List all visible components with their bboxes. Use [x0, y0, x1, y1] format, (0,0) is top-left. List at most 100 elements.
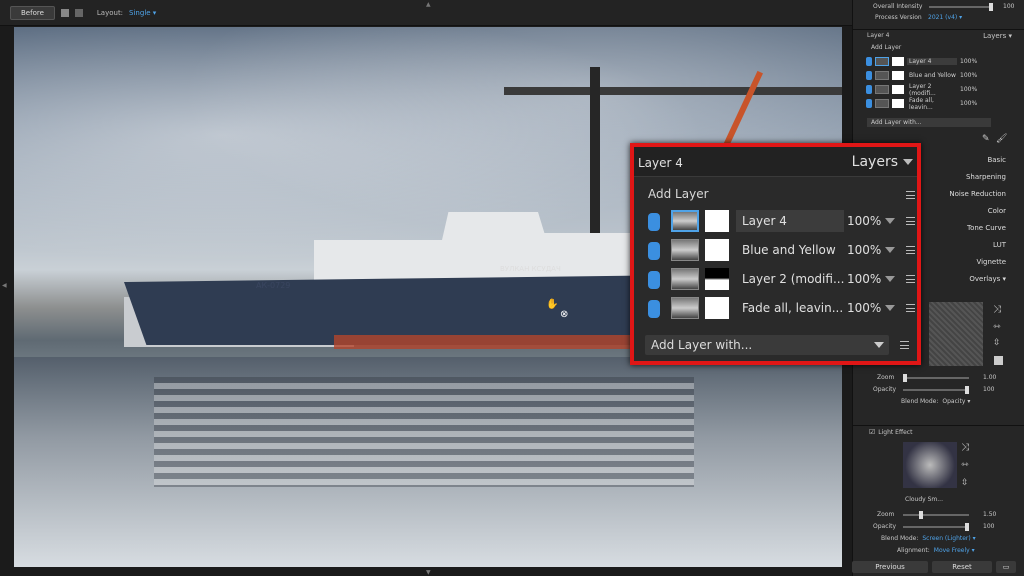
layer-name[interactable]: Layer 2 (modifi... — [736, 268, 844, 290]
menu-color[interactable]: Color — [988, 207, 1006, 215]
slider-thumb[interactable] — [919, 510, 923, 519]
collapse-top-arrow-icon[interactable]: ▲ — [426, 1, 431, 8]
callout-add-layer-button[interactable]: Add Layer — [648, 187, 709, 201]
menu-sharpening[interactable]: Sharpening — [966, 173, 1006, 181]
flip-horizontal-icon[interactable]: ⇿ — [961, 460, 969, 470]
menu-icon[interactable] — [900, 341, 909, 349]
overlay-anchor-icon[interactable]: ⊗ — [560, 309, 568, 320]
layer-mask[interactable] — [705, 268, 729, 290]
collapse-bottom-arrow-icon[interactable]: ▼ — [426, 569, 431, 576]
layer-name[interactable]: Fade all, leavin... — [736, 297, 844, 319]
callout-layers-dropdown[interactable]: Layers — [852, 154, 913, 170]
menu-basic[interactable]: Basic — [987, 156, 1006, 164]
layer-visibility-toggle[interactable] — [866, 57, 872, 66]
layer-visibility-toggle[interactable] — [648, 300, 660, 318]
menu-overlays[interactable]: Overlays ▾ — [969, 275, 1006, 283]
layer-opacity-dropdown[interactable]: 100% — [847, 239, 896, 261]
layer-visibility-toggle[interactable] — [648, 271, 660, 289]
menu-noise-reduction[interactable]: Noise Reduction — [949, 190, 1006, 198]
layer-visibility-toggle[interactable] — [866, 85, 872, 94]
brush-icon[interactable]: 🖌 — [996, 134, 1007, 144]
layer-thumbnail[interactable] — [875, 85, 889, 94]
layer-thumbnail[interactable] — [671, 297, 699, 319]
previous-button[interactable]: Previous — [852, 561, 928, 573]
layer-list-item[interactable]: Layer 2 (modifi... 100% — [866, 83, 1016, 97]
light-blend-dropdown[interactable]: Screen (Lighter) ▾ — [922, 535, 975, 542]
light-effect-preset[interactable]: Cloudy Sm... — [905, 496, 943, 503]
light-opacity-slider[interactable] — [903, 522, 969, 531]
callout-layer-row[interactable]: Blue and Yellow 100% — [644, 238, 915, 262]
light-zoom-slider[interactable] — [903, 510, 969, 519]
layer-opacity[interactable]: 100% — [960, 86, 977, 93]
layer-name[interactable]: Blue and Yellow — [907, 72, 957, 79]
layer-mask[interactable] — [705, 210, 729, 232]
before-button[interactable]: Before — [10, 5, 55, 20]
menu-icon[interactable] — [906, 217, 915, 225]
process-version-dropdown[interactable]: 2021 (v4) ▾ — [928, 14, 962, 21]
overlay-opacity-slider[interactable] — [903, 385, 969, 394]
slider-thumb[interactable] — [965, 522, 969, 531]
layer-mask[interactable] — [705, 239, 729, 261]
layer-opacity-dropdown[interactable]: 100% — [847, 210, 896, 232]
invert-icon[interactable] — [994, 356, 1003, 365]
layer-name[interactable]: Fade all, leavin... — [907, 97, 957, 111]
callout-layer-row[interactable]: Layer 4 100% — [644, 209, 915, 233]
layer-thumbnail[interactable] — [875, 71, 889, 80]
overlay-texture-thumbnail[interactable] — [929, 302, 983, 366]
layer-mask[interactable] — [892, 99, 904, 108]
layer-mask[interactable] — [892, 85, 904, 94]
layer-list-item[interactable]: Layer 4 100% — [866, 55, 1016, 68]
compare-view-icon[interactable] — [74, 8, 83, 17]
layer-opacity-dropdown[interactable]: 100% — [847, 297, 896, 319]
layer-name[interactable]: Blue and Yellow — [736, 239, 844, 261]
menu-lut[interactable]: LUT — [993, 241, 1006, 249]
add-layer-with-small[interactable]: Add Layer with... — [867, 118, 991, 127]
layer-name[interactable]: Layer 2 (modifi... — [907, 83, 957, 97]
layer-thumbnail[interactable] — [671, 210, 699, 232]
layer-opacity[interactable]: 100% — [960, 72, 977, 79]
callout-layer-row[interactable]: Layer 2 (modifi... 100% — [644, 267, 915, 291]
collapse-left-arrow-icon[interactable]: ◀ — [2, 282, 7, 289]
light-effect-checkbox[interactable]: ☑ — [869, 428, 875, 436]
layer-thumbnail[interactable] — [875, 99, 889, 108]
flip-horizontal-icon[interactable]: ⇿ — [993, 322, 1001, 332]
layer-name[interactable]: Layer 4 — [907, 58, 957, 65]
menu-icon[interactable] — [906, 246, 915, 254]
callout-layer-row[interactable]: Fade all, leavin... 100% — [644, 296, 915, 320]
layer-thumbnail[interactable] — [671, 268, 699, 290]
layer-thumbnail[interactable] — [671, 239, 699, 261]
slider-thumb[interactable] — [989, 2, 993, 11]
slider-thumb[interactable] — [903, 373, 907, 382]
layer-visibility-toggle[interactable] — [648, 213, 660, 231]
layer-mask[interactable] — [705, 297, 729, 319]
reset-button[interactable]: Reset — [932, 561, 992, 573]
menu-icon[interactable] — [906, 275, 915, 283]
menu-icon[interactable] — [906, 191, 915, 199]
split-view-icon[interactable] — [60, 8, 69, 17]
panel-view-icon[interactable]: ▭ — [996, 561, 1016, 573]
light-effect-thumbnail[interactable] — [903, 442, 957, 488]
overlay-blend-dropdown[interactable]: Opacity ▾ — [942, 398, 970, 405]
layer-thumbnail[interactable] — [875, 57, 889, 66]
layer-mask[interactable] — [892, 57, 904, 66]
layer-opacity[interactable]: 100% — [960, 100, 977, 107]
slider-thumb[interactable] — [965, 385, 969, 394]
flip-vertical-icon[interactable]: ⇳ — [961, 478, 969, 488]
layer-visibility-toggle[interactable] — [648, 242, 660, 260]
layer-opacity-dropdown[interactable]: 100% — [847, 268, 896, 290]
alignment-dropdown[interactable]: Move Freely ▾ — [934, 547, 975, 554]
menu-icon[interactable] — [906, 304, 915, 312]
shuffle-icon[interactable]: ⤨ — [961, 442, 969, 453]
layer-mask[interactable] — [892, 71, 904, 80]
overall-intensity-slider[interactable] — [929, 2, 993, 11]
layer-list-item[interactable]: Blue and Yellow 100% — [866, 69, 1016, 82]
shuffle-icon[interactable]: ⤨ — [993, 304, 1001, 315]
layers-dropdown[interactable]: Layers ▾ — [983, 32, 1012, 40]
layer-visibility-toggle[interactable] — [866, 71, 872, 80]
layer-list-item[interactable]: Fade all, leavin... 100% — [866, 97, 1016, 111]
menu-tone-curve[interactable]: Tone Curve — [967, 224, 1006, 232]
menu-vignette[interactable]: Vignette — [976, 258, 1006, 266]
overlay-zoom-slider[interactable] — [903, 373, 969, 382]
callout-add-layer-with-dropdown[interactable]: Add Layer with... — [645, 335, 889, 355]
pencil-icon[interactable]: ✎ — [982, 134, 990, 144]
